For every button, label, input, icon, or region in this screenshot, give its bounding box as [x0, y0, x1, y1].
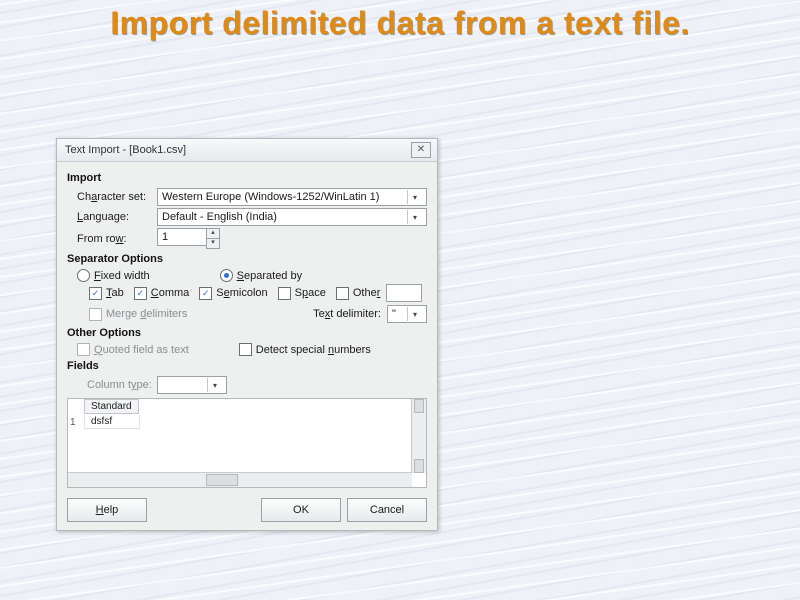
checkbox-icon [77, 343, 90, 356]
label-fixed-width: Fixed width [94, 270, 150, 282]
close-icon: ✕ [417, 145, 425, 155]
check-merge-delimiters[interactable]: Merge delimiters [89, 308, 187, 321]
label-column-type: Column type: [77, 379, 157, 391]
chevron-down-icon: ▾ [207, 378, 222, 392]
preview-column-header[interactable]: Standard [84, 399, 139, 414]
checkbox-icon [89, 287, 102, 300]
spin-down-icon[interactable]: ▾ [206, 239, 220, 249]
check-detect-special[interactable]: Detect special numbers [239, 343, 371, 356]
text-import-dialog: Text Import - [Book1.csv] ✕ Import Chara… [56, 138, 438, 531]
dialog-body: Import Character set: Western Europe (Wi… [57, 162, 437, 530]
checkbox-icon [199, 287, 212, 300]
label-language: Language: [67, 211, 157, 223]
label-merge: Merge delimiters [106, 308, 187, 320]
slide-background: Import delimited data from a text file. … [0, 0, 800, 600]
charset-value: Western Europe (Windows-1252/WinLatin 1) [162, 191, 379, 203]
row-column-type: Column type: ▾ [67, 376, 427, 394]
help-button-label: Help [96, 504, 119, 516]
check-space[interactable]: Space [278, 287, 326, 300]
row-merge-textdelim: Merge delimiters Text delimiter: " ▾ [67, 305, 427, 323]
section-other-heading: Other Options [67, 327, 427, 339]
chevron-down-icon: ▾ [407, 190, 422, 204]
check-comma[interactable]: Comma [134, 287, 190, 300]
label-text-delimiter: Text delimiter: [313, 308, 381, 320]
checkbox-icon [134, 287, 147, 300]
column-type-dropdown[interactable]: ▾ [157, 376, 227, 394]
label-comma: Comma [151, 287, 190, 299]
dialog-titlebar: Text Import - [Book1.csv] ✕ [57, 139, 437, 162]
close-button[interactable]: ✕ [411, 142, 431, 158]
dialog-button-row: Help OK Cancel [67, 498, 427, 522]
section-fields-heading: Fields [67, 360, 427, 372]
check-tab[interactable]: Tab [89, 287, 124, 300]
confirm-button-group: OK Cancel [261, 498, 427, 522]
text-delimiter-group: Text delimiter: " ▾ [313, 305, 427, 323]
dialog-title: Text Import - [Book1.csv] [65, 144, 186, 156]
row-language: Language: Default - English (India) ▾ [67, 208, 427, 226]
label-semicolon: Semicolon [216, 287, 267, 299]
ok-button[interactable]: OK [261, 498, 341, 522]
row-separator-mode: Fixed width Separated by [67, 269, 427, 282]
preview-cell[interactable]: dsfsf [84, 415, 140, 429]
label-other: Other [353, 287, 381, 299]
charset-dropdown[interactable]: Western Europe (Windows-1252/WinLatin 1)… [157, 188, 427, 206]
radio-icon [77, 269, 90, 282]
label-charset: Character set: [67, 191, 157, 203]
chevron-down-icon: ▾ [407, 307, 422, 321]
label-detect: Detect special numbers [256, 344, 371, 356]
language-dropdown[interactable]: Default - English (India) ▾ [157, 208, 427, 226]
spinner-buttons[interactable]: ▴ ▾ [206, 228, 220, 249]
label-separated-by: Separated by [237, 270, 302, 282]
checkbox-icon [336, 287, 349, 300]
preview-row-number: 1 [70, 417, 76, 428]
vertical-scrollbar[interactable] [411, 399, 426, 473]
row-other-options: Quoted field as text Detect special numb… [67, 343, 427, 356]
section-separator-heading: Separator Options [67, 253, 427, 265]
slide-title: Import delimited data from a text file. [0, 0, 800, 41]
chevron-down-icon: ▾ [407, 210, 422, 224]
check-semicolon[interactable]: Semicolon [199, 287, 267, 300]
label-tab: Tab [106, 287, 124, 299]
checkbox-icon [239, 343, 252, 356]
horizontal-scrollbar[interactable] [68, 472, 412, 487]
fromrow-input[interactable]: 1 [157, 228, 207, 246]
row-charset: Character set: Western Europe (Windows-1… [67, 188, 427, 206]
row-delimiter-checks: Tab Comma Semicolon Space Other [67, 284, 427, 302]
language-value: Default - English (India) [162, 211, 277, 223]
scrollbar-thumb[interactable] [206, 474, 238, 486]
text-delimiter-value: " [392, 308, 396, 320]
label-quoted: Quoted field as text [94, 344, 189, 356]
cancel-button[interactable]: Cancel [347, 498, 427, 522]
section-import-heading: Import [67, 172, 427, 184]
label-fromrow: From row: [67, 233, 157, 245]
text-delimiter-dropdown[interactable]: " ▾ [387, 305, 427, 323]
help-button[interactable]: Help [67, 498, 147, 522]
check-other[interactable]: Other [336, 287, 381, 300]
radio-icon [220, 269, 233, 282]
checkbox-icon [278, 287, 291, 300]
other-delimiter-input[interactable] [386, 284, 422, 302]
check-quoted-field[interactable]: Quoted field as text [77, 343, 189, 356]
checkbox-icon [89, 308, 102, 321]
label-space: Space [295, 287, 326, 299]
row-fromrow: From row: 1 ▴ ▾ [67, 228, 427, 249]
radio-separated-by[interactable]: Separated by [220, 269, 302, 282]
fromrow-spinner[interactable]: 1 ▴ ▾ [157, 228, 220, 249]
radio-fixed-width[interactable]: Fixed width [77, 269, 150, 282]
fields-preview[interactable]: Standard 1 dsfsf [67, 398, 427, 488]
spin-up-icon[interactable]: ▴ [206, 228, 220, 239]
